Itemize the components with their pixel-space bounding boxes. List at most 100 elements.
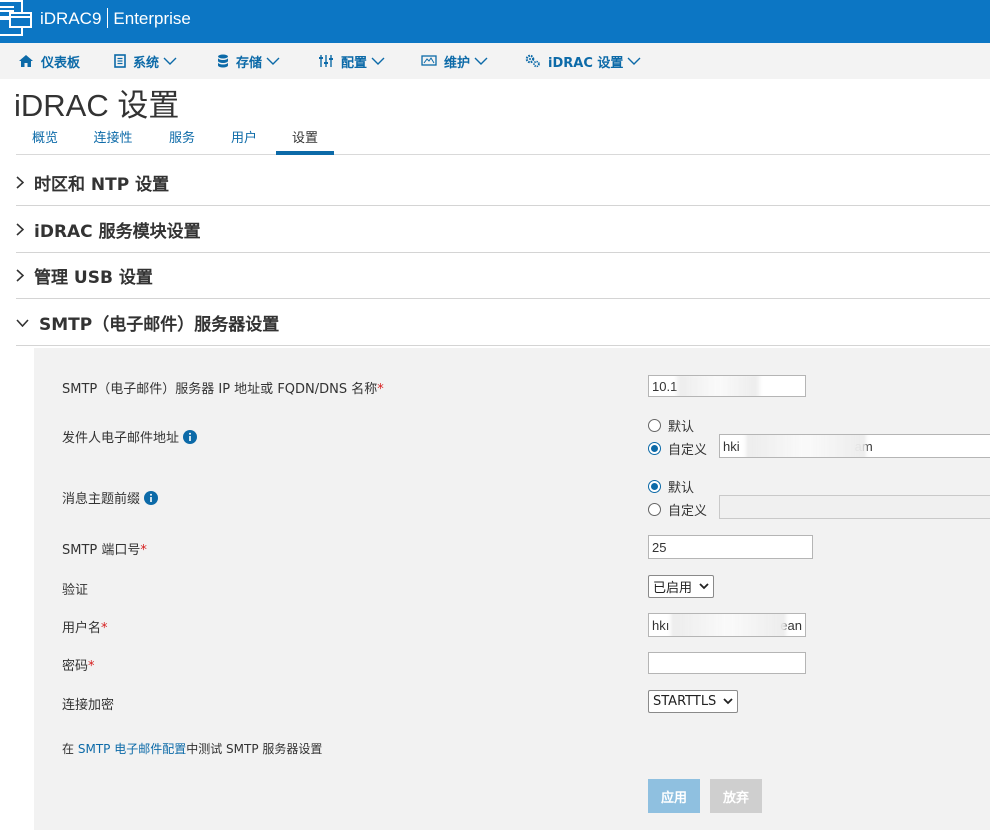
subject-default-radio[interactable]: 默认	[648, 477, 694, 496]
subject-prefix-label: 消息主题前缀	[62, 488, 159, 507]
radio-button[interactable]	[648, 503, 661, 516]
chevron-down-icon	[163, 57, 177, 65]
subject-custom-label: 自定义	[668, 504, 708, 519]
sender-email-start: hki	[723, 438, 740, 454]
smtp-server-label: SMTP（电子邮件）服务器 IP 地址或 FQDN/DNS 名称*	[62, 378, 384, 397]
required-marker: *	[88, 659, 95, 674]
section-label: 管理 USB 设置	[34, 268, 153, 288]
database-icon	[218, 54, 228, 68]
required-marker: *	[377, 382, 384, 397]
sliders-icon	[319, 55, 333, 67]
chevron-down-icon	[474, 57, 488, 65]
nav-maintenance[interactable]: 维护	[421, 43, 488, 79]
nav-system[interactable]: 系统	[114, 43, 177, 79]
chevron-down-icon	[723, 698, 733, 705]
password-label-text: 密码	[62, 659, 89, 674]
product-edition: Enterprise	[113, 9, 191, 28]
chevron-right-icon	[16, 176, 24, 189]
encryption-label-text: 连接加密	[62, 698, 115, 713]
sender-default-radio[interactable]: 默认	[648, 416, 694, 435]
info-icon[interactable]	[183, 430, 198, 444]
smtp-port-input[interactable]: 25	[648, 535, 813, 559]
smtp-test-note: 在 SMTP 电子邮件配置中测试 SMTP 服务器设置	[62, 740, 322, 757]
home-icon	[19, 55, 33, 67]
product-brand: iDRAC9 Enterprise	[40, 8, 191, 29]
tab-overview[interactable]: 概览	[30, 126, 60, 155]
radio-button-selected[interactable]	[648, 442, 661, 455]
password-input[interactable]	[648, 652, 806, 674]
username-label: 用户名*	[62, 617, 108, 636]
nav-idrac-settings-label: iDRAC 设置	[548, 55, 624, 71]
sender-email-label: 发件人电子邮件地址	[62, 427, 198, 446]
smtp-port-label: SMTP 端口号*	[62, 539, 147, 558]
nav-dashboard[interactable]: 仪表板	[18, 43, 80, 79]
radio-button-selected[interactable]	[648, 480, 661, 493]
smtp-email-config-link[interactable]: SMTP 电子邮件配置	[78, 742, 186, 756]
settings-tabs: 概览 连接性 服务 用户 设置	[16, 126, 990, 155]
sender-email-label-text: 发件人电子邮件地址	[62, 431, 180, 446]
tab-connectivity[interactable]: 连接性	[90, 126, 136, 155]
sender-email-input[interactable]: hki am	[719, 434, 990, 458]
authentication-label: 验证	[62, 579, 88, 598]
section-label: SMTP（电子邮件）服务器设置	[39, 315, 280, 335]
page-title: iDRAC 设置	[14, 88, 180, 123]
authentication-label-text: 验证	[62, 583, 89, 598]
nav-maintenance-label: 维护	[444, 55, 471, 71]
tab-services[interactable]: 服务	[166, 126, 198, 155]
top-header-bar: iDRAC9 Enterprise	[0, 0, 990, 43]
username-label-text: 用户名	[62, 621, 102, 636]
nav-dashboard-label: 仪表板	[41, 55, 81, 71]
sender-custom-radio[interactable]: 自定义	[648, 439, 707, 458]
chevron-down-icon	[699, 583, 709, 590]
nav-configuration[interactable]: 配置	[318, 43, 385, 79]
nav-idrac-settings[interactable]: iDRAC 设置	[525, 43, 641, 79]
chevron-down-icon	[266, 57, 280, 65]
encryption-label: 连接加密	[62, 694, 114, 713]
apply-button[interactable]: 应用	[648, 779, 700, 813]
section-ism-settings[interactable]: iDRAC 服务模块设置	[16, 207, 990, 253]
brand-divider	[107, 8, 109, 28]
note-suffix: 中测试 SMTP 服务器设置	[186, 742, 323, 756]
username-input[interactable]: hkı ean	[648, 613, 806, 637]
subject-prefix-input[interactable]	[719, 495, 990, 519]
smtp-port-label-text: SMTP 端口号	[62, 543, 141, 558]
nav-storage[interactable]: 存储	[217, 43, 280, 79]
encryption-select[interactable]: STARTTLS	[648, 690, 738, 713]
tab-users[interactable]: 用户	[228, 126, 260, 155]
redaction-blur	[671, 614, 786, 636]
discard-button[interactable]: 放弃	[710, 779, 762, 813]
subject-prefix-label-text: 消息主题前缀	[62, 492, 141, 507]
username-start: hkı	[652, 617, 670, 633]
radio-button[interactable]	[648, 419, 661, 432]
subject-default-label: 默认	[668, 481, 695, 496]
nav-configuration-label: 配置	[341, 55, 368, 71]
nav-storage-label: 存储	[236, 55, 263, 71]
encryption-value: STARTTLS	[653, 694, 717, 709]
section-label: iDRAC 服务模块设置	[34, 222, 201, 242]
chevron-right-icon	[16, 223, 24, 236]
subject-custom-radio[interactable]: 自定义	[648, 500, 707, 519]
server-icon	[114, 54, 126, 68]
gears-icon	[525, 54, 540, 68]
section-smtp-settings[interactable]: SMTP（电子邮件）服务器设置	[16, 300, 990, 346]
required-marker: *	[101, 621, 108, 636]
chevron-down-icon	[16, 318, 29, 327]
smtp-server-value: 10.1	[652, 378, 678, 394]
smtp-server-input[interactable]: 10.1	[648, 375, 806, 397]
smtp-settings-panel	[34, 348, 990, 830]
sender-default-label: 默认	[668, 420, 695, 435]
chevron-down-icon	[627, 57, 641, 65]
section-management-usb[interactable]: 管理 USB 设置	[16, 253, 990, 299]
smtp-port-value: 25	[652, 539, 667, 555]
section-timezone-ntp[interactable]: 时区和 NTP 设置	[16, 160, 990, 206]
info-icon[interactable]	[144, 491, 159, 505]
redaction-blur	[677, 376, 759, 396]
redaction-blur	[746, 435, 866, 457]
tab-settings[interactable]: 设置	[276, 126, 334, 155]
authentication-value: 已启用	[653, 581, 693, 596]
authentication-select[interactable]: 已启用	[648, 575, 714, 598]
nav-system-label: 系统	[133, 55, 160, 71]
chevron-right-icon	[16, 269, 24, 282]
required-marker: *	[140, 543, 147, 558]
sender-custom-label: 自定义	[668, 443, 708, 458]
